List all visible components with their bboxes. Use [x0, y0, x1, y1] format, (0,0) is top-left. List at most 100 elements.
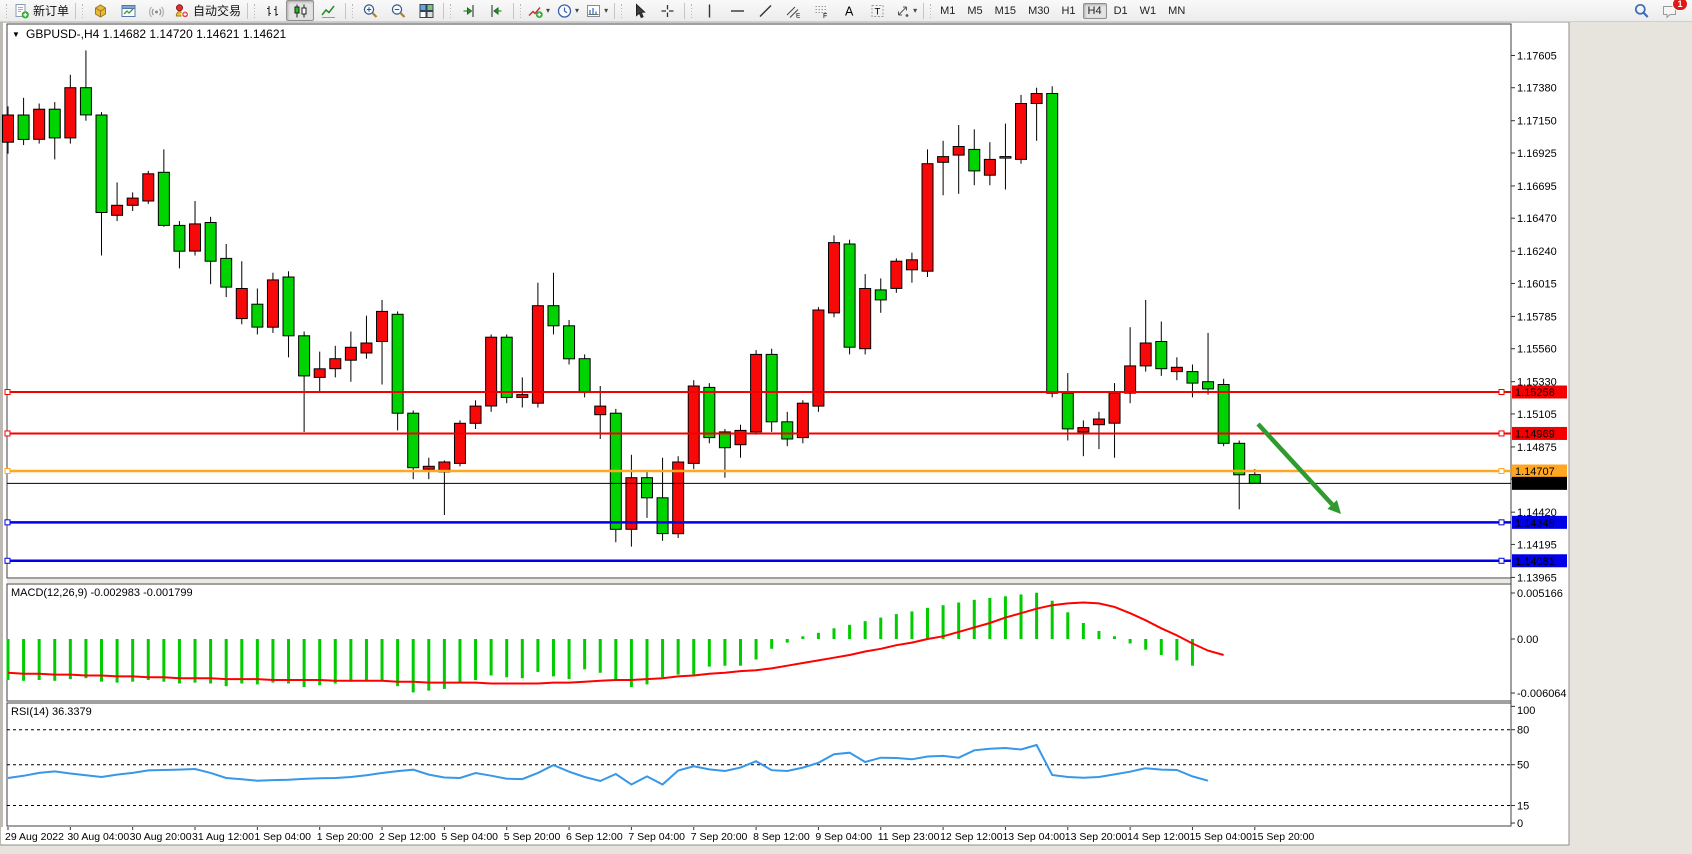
line-handle[interactable] — [1499, 390, 1504, 395]
channel-icon: E — [785, 3, 802, 19]
candle-body — [1249, 475, 1260, 484]
symbol-dropdown-icon[interactable]: ▼ — [12, 30, 20, 39]
vertical-line-button[interactable] — [695, 0, 723, 21]
line-chart-button[interactable] — [314, 0, 342, 21]
toolbar-drag-handle[interactable] — [620, 3, 623, 19]
zoom-out-icon — [390, 3, 407, 19]
dropdown-arrow-icon[interactable]: ▾ — [604, 6, 608, 15]
zoom-in-icon — [362, 3, 379, 19]
chart-canvas: 1.176051.173801.171501.169251.166951.164… — [0, 22, 1692, 849]
line-handle[interactable] — [5, 390, 10, 395]
candle-body — [1000, 157, 1011, 159]
auto-trading-button[interactable]: 自动交易 — [170, 0, 244, 21]
toolbar-separator — [247, 3, 248, 19]
line-handle[interactable] — [1499, 431, 1504, 436]
toolbar-drag-handle[interactable] — [690, 3, 693, 19]
fibonacci-icon: F — [813, 3, 830, 19]
macd-tick-label: 0.005166 — [1517, 588, 1563, 600]
candle-body — [283, 277, 294, 336]
timeframe-m1-button[interactable]: M1 — [935, 3, 960, 19]
candle-body — [49, 109, 60, 138]
auto-scroll-button[interactable] — [454, 0, 482, 21]
toolbar-drag-handle[interactable] — [5, 3, 8, 19]
toolbar-drag-handle[interactable] — [253, 3, 256, 19]
timeframe-d1-button[interactable]: D1 — [1109, 3, 1133, 19]
indicators-button[interactable]: ▾ — [524, 0, 553, 21]
toolbar-drag-handle[interactable] — [929, 3, 932, 19]
text-label-icon: T — [869, 3, 886, 19]
time-tick-label: 13 Sep 20:00 — [1065, 831, 1128, 843]
candle-body — [345, 347, 356, 360]
time-tick-label: 30 Aug 20:00 — [130, 831, 192, 843]
candle-body — [984, 159, 995, 175]
time-tick-label: 30 Aug 04:00 — [67, 831, 129, 843]
rsi-tick-label: 100 — [1517, 705, 1535, 717]
panel-splitter[interactable] — [7, 579, 1511, 583]
timeframe-mn-button[interactable]: MN — [1163, 3, 1190, 19]
horizontal-line-button[interactable] — [723, 0, 751, 21]
line-handle[interactable] — [1499, 558, 1504, 563]
new-order-button[interactable]: 新订单 — [10, 0, 72, 21]
zoom-out-button[interactable] — [384, 0, 412, 21]
dropdown-arrow-icon[interactable]: ▾ — [913, 6, 917, 15]
chat-button[interactable]: 1 — [1655, 0, 1683, 21]
trend-line-button[interactable] — [751, 0, 779, 21]
zoom-in-button[interactable] — [356, 0, 384, 21]
candle-body — [486, 337, 497, 406]
price-tick-label: 1.16925 — [1517, 148, 1557, 160]
line-handle[interactable] — [1499, 520, 1504, 525]
search-button[interactable] — [1627, 0, 1655, 21]
toolbar-drag-handle[interactable] — [449, 3, 452, 19]
metaeditor-button[interactable] — [86, 0, 114, 21]
equidistant-channel-button[interactable]: E — [779, 0, 807, 21]
bar-chart-button[interactable] — [258, 0, 286, 21]
fibonacci-button[interactable]: F — [807, 0, 835, 21]
line-handle[interactable] — [1499, 469, 1504, 474]
macd-label: MACD(12,26,9) -0.002983 -0.001799 — [11, 587, 193, 599]
signals-button[interactable] — [142, 0, 170, 21]
line-handle[interactable] — [5, 469, 10, 474]
periods-button[interactable]: ▾ — [553, 0, 582, 21]
candle-body — [829, 243, 840, 313]
candle-body — [190, 224, 201, 251]
macd-plot-area[interactable] — [7, 584, 1511, 701]
timeframe-h1-button[interactable]: H1 — [1056, 3, 1080, 19]
dropdown-arrow-icon[interactable]: ▾ — [575, 6, 579, 15]
cursor-button[interactable] — [625, 0, 653, 21]
dropdown-arrow-icon[interactable]: ▾ — [546, 6, 550, 15]
candlestick-button[interactable] — [286, 0, 314, 21]
chart-shift-button[interactable] — [482, 0, 510, 21]
tile-windows-button[interactable] — [412, 0, 440, 21]
line-handle[interactable] — [5, 431, 10, 436]
toolbar-separator — [443, 3, 444, 19]
candle-body — [906, 260, 917, 270]
toolbar-drag-handle[interactable] — [81, 3, 84, 19]
text-button[interactable]: A — [835, 0, 863, 21]
price-level-badge-label: 1.14349 — [1515, 517, 1555, 529]
trend-line-icon — [757, 3, 774, 19]
toolbar-drag-handle[interactable] — [519, 3, 522, 19]
candle-body — [454, 423, 465, 463]
price-tick-label: 1.16695 — [1517, 181, 1557, 193]
crosshair-button[interactable] — [653, 0, 681, 21]
candle-body — [252, 304, 263, 327]
candle-body — [1093, 419, 1104, 425]
toolbar-drag-handle[interactable] — [351, 3, 354, 19]
line-handle[interactable] — [5, 558, 10, 563]
arrows-button[interactable]: ▾ — [891, 0, 920, 21]
timeframe-h4-button[interactable]: H4 — [1083, 3, 1107, 19]
timeframe-m15-button[interactable]: M15 — [990, 3, 1021, 19]
notification-badge[interactable]: 1 — [1672, 0, 1688, 11]
new-chart-button[interactable] — [114, 0, 142, 21]
timeframe-m30-button[interactable]: M30 — [1023, 3, 1054, 19]
timeframe-m5-button[interactable]: M5 — [962, 3, 987, 19]
timeframe-w1-button[interactable]: W1 — [1135, 3, 1162, 19]
text-label-button[interactable]: T — [863, 0, 891, 21]
price-tick-label: 1.17150 — [1517, 116, 1557, 128]
price-tick-label: 1.15785 — [1517, 311, 1557, 323]
templates-button[interactable]: ▾ — [582, 0, 611, 21]
cube-icon — [92, 3, 109, 19]
price-plot-area[interactable] — [7, 24, 1511, 578]
time-tick-label: 7 Sep 04:00 — [628, 831, 685, 843]
line-handle[interactable] — [5, 520, 10, 525]
